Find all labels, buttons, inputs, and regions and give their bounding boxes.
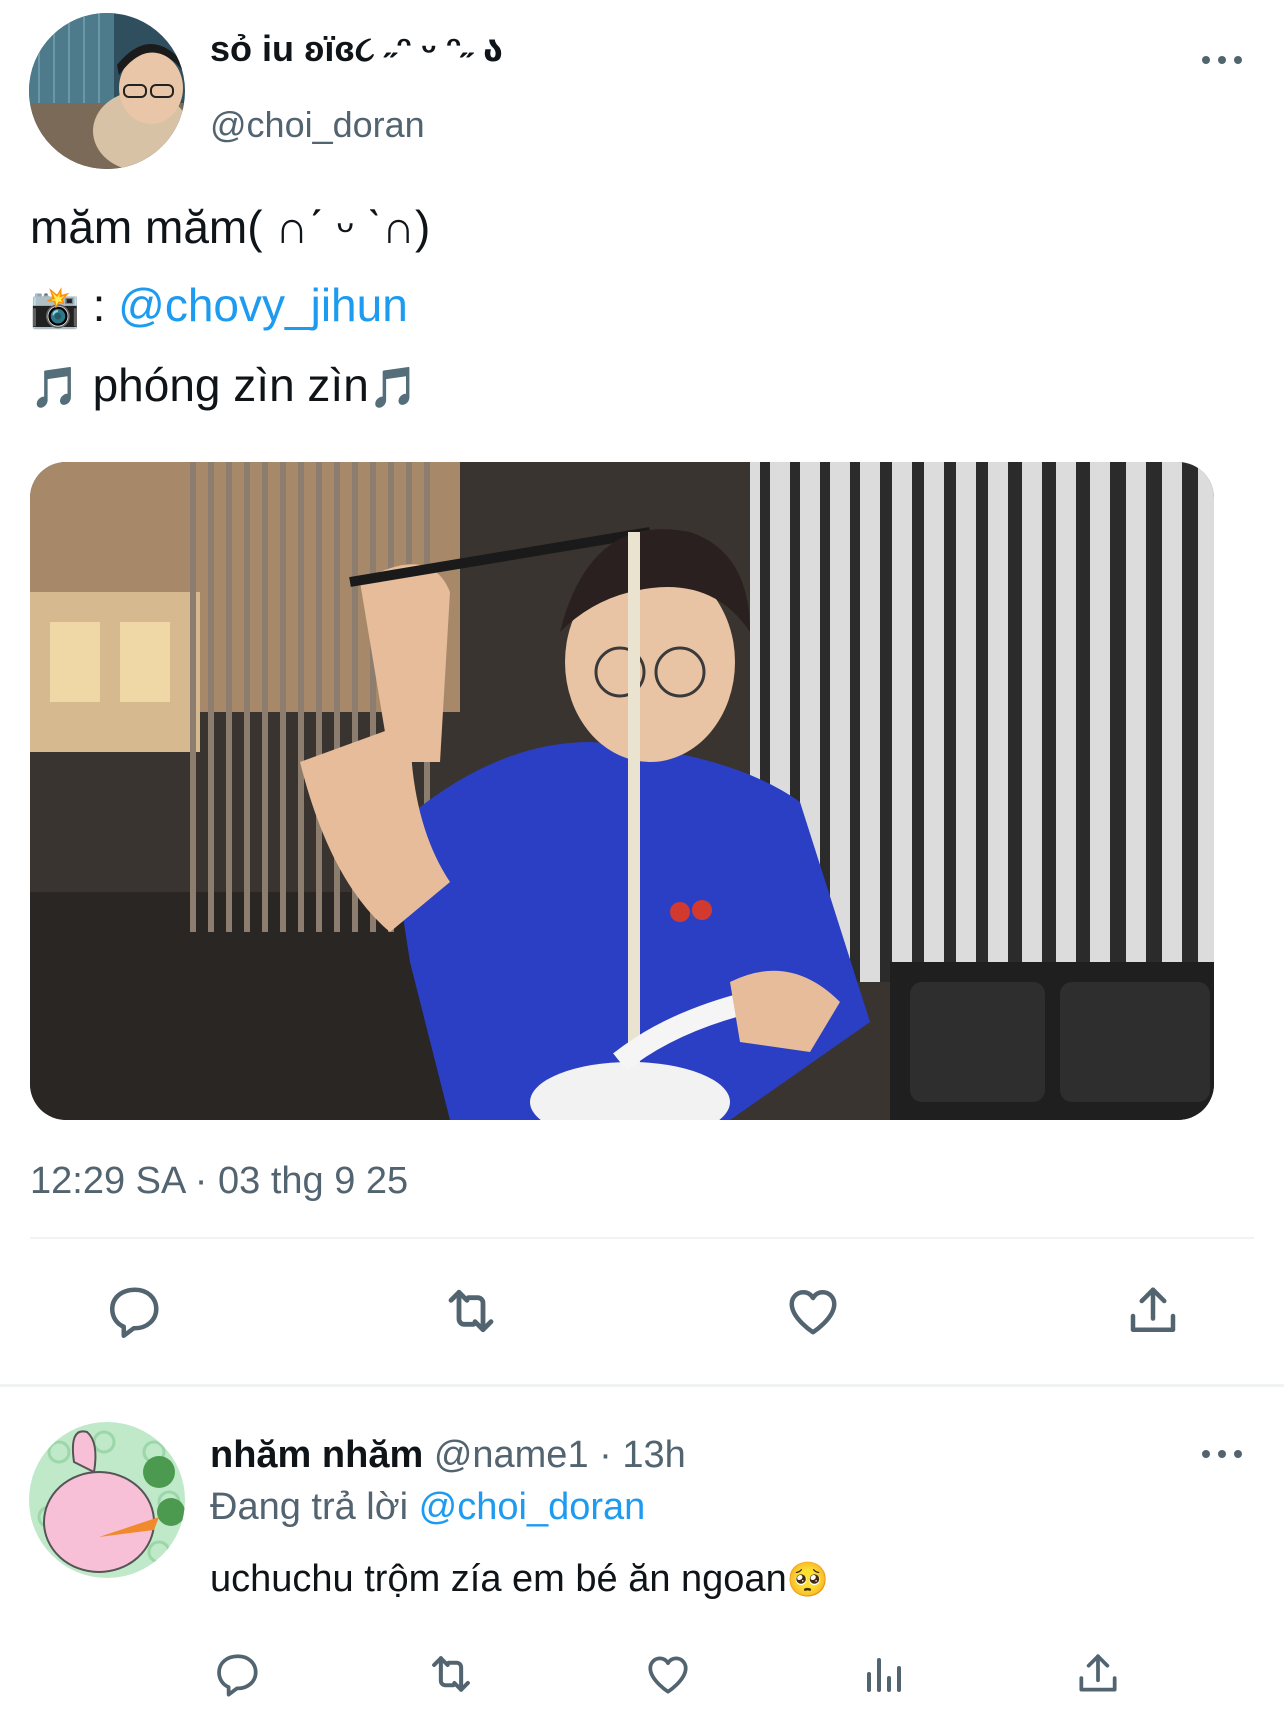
tweet-text-line-1: măm măm( ∩ˊ ᵕ ˋ∩) xyxy=(30,201,431,253)
divider xyxy=(0,1384,1284,1387)
heart-icon[interactable] xyxy=(778,1276,848,1346)
author-avatar[interactable] xyxy=(29,13,185,169)
tweet-text-line-3-text: phóng zìn zìn xyxy=(92,359,369,411)
mention-link[interactable]: @chovy_jihun xyxy=(118,279,408,331)
reply-author-avatar[interactable] xyxy=(29,1422,185,1578)
tweet-timestamp[interactable]: 12:29 SA · 03 thg 9 25 xyxy=(30,1160,408,1203)
reply-icon[interactable] xyxy=(210,1646,266,1702)
reply-separator: · xyxy=(599,1434,612,1476)
share-icon[interactable] xyxy=(1070,1646,1126,1702)
views-icon[interactable] xyxy=(855,1646,911,1702)
reply-icon[interactable] xyxy=(100,1276,170,1346)
author-handle[interactable]: @choi_doran xyxy=(210,104,425,146)
reply-author-handle[interactable]: @name1 xyxy=(434,1434,589,1476)
retweet-icon[interactable] xyxy=(436,1276,506,1346)
reply-text-body: uchuchu trộm zía em bé ăn ngoan xyxy=(210,1558,787,1600)
tweet-text-line-3: 🎵 phóng zìn zìn🎵 xyxy=(30,358,419,412)
replying-to: Đang trả lời @choi_doran xyxy=(210,1486,645,1529)
tweet-text-line-2: 📸 : @chovy_jihun xyxy=(30,278,408,332)
music-note-icon: 🎵 xyxy=(368,366,419,410)
pleading-face-emoji: 🥺 xyxy=(786,1561,830,1599)
replying-to-handle[interactable]: @choi_doran xyxy=(419,1486,646,1528)
photo-credit-separator: : xyxy=(92,279,106,331)
retweet-icon[interactable] xyxy=(423,1646,479,1702)
heart-icon[interactable] xyxy=(640,1646,696,1702)
tweet-photo[interactable] xyxy=(30,462,1214,1120)
reply-author-display-name[interactable]: nhăm nhăm xyxy=(210,1434,423,1476)
divider xyxy=(30,1237,1254,1239)
camera-emoji: 📸 xyxy=(30,286,80,330)
more-icon[interactable] xyxy=(1202,56,1242,64)
reply-time[interactable]: 13h xyxy=(622,1434,685,1476)
replying-to-label: Đang trả lời xyxy=(210,1486,409,1528)
reply-text: uchuchu trộm zía em bé ăn ngoan🥺 xyxy=(210,1558,829,1601)
reply-header: nhăm nhăm @name1 · 13h xyxy=(210,1434,686,1477)
music-note-icon: 🎵 xyxy=(30,366,80,410)
share-icon[interactable] xyxy=(1118,1276,1188,1346)
author-display-name[interactable]: sỏ iu ʚïɞ૮ ˶ᵔ ᵕ ᵔ˶ ა xyxy=(210,28,503,71)
more-icon[interactable] xyxy=(1202,1450,1242,1458)
